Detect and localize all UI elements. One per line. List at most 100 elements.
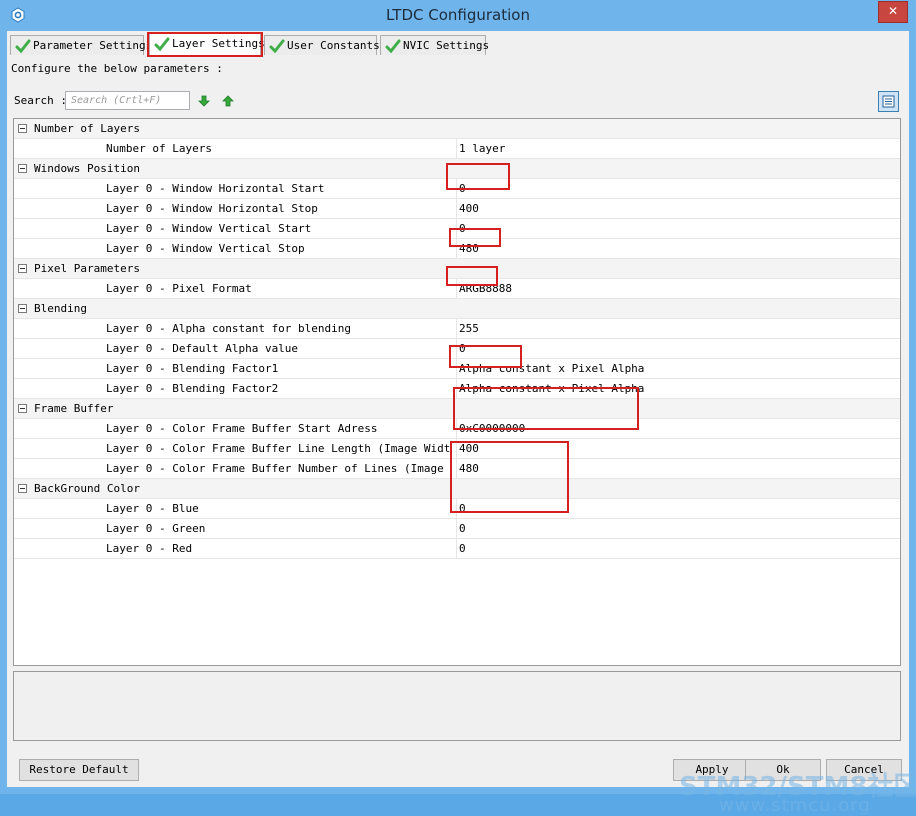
search-label: Search : <box>14 94 67 107</box>
group-row[interactable]: Frame Buffer <box>14 399 900 419</box>
tab-user-constants[interactable]: User Constants <box>264 35 380 55</box>
parameter-name: Layer 0 - Blending Factor2 <box>106 382 279 395</box>
parameter-name: Layer 0 - Color Frame Buffer Line Length… <box>106 442 452 455</box>
parameter-row[interactable]: Layer 0 - Window Vertical Start 0 <box>14 219 900 239</box>
column-divider <box>456 439 457 458</box>
parameter-grid: Number of Layers Number of Layers 1 layer W… <box>13 118 901 666</box>
parameter-name: Layer 0 - Color Frame Buffer Start Adres… <box>106 422 378 435</box>
parameter-row[interactable]: Layer 0 - Blending Factor1 Alpha constant… <box>14 359 900 379</box>
parameter-row[interactable]: Layer 0 - Window Horizontal Stop 400 <box>14 199 900 219</box>
parameter-name: Layer 0 - Window Horizontal Stop <box>106 202 318 215</box>
column-divider <box>456 359 457 378</box>
check-icon <box>385 39 401 54</box>
close-button[interactable]: ✕ <box>878 1 908 23</box>
parameter-name: Layer 0 - Color Frame Buffer Number of L… <box>106 462 452 475</box>
column-divider <box>456 279 457 298</box>
parameter-value[interactable]: 1 layer <box>459 142 505 155</box>
collapse-icon[interactable] <box>18 264 27 273</box>
parameter-value[interactable]: 0 <box>459 222 466 235</box>
parameter-name: Number of Layers <box>106 142 212 155</box>
column-divider <box>456 419 457 438</box>
check-icon <box>269 39 285 54</box>
group-row[interactable]: BackGround Color <box>14 479 900 499</box>
parameter-value[interactable]: ARGB8888 <box>459 282 512 295</box>
parameter-value[interactable]: 0xC0000000 <box>459 422 525 435</box>
column-divider <box>456 339 457 358</box>
column-divider <box>456 239 457 258</box>
dialog-client-area: Parameter Settings Layer Settings User C… <box>7 31 916 816</box>
parameter-row[interactable]: Layer 0 - Color Frame Buffer Start Adres… <box>14 419 900 439</box>
parameter-row[interactable]: Layer 0 - Window Vertical Stop 480 <box>14 239 900 259</box>
column-divider <box>456 199 457 218</box>
collapse-icon[interactable] <box>18 164 27 173</box>
parameter-row[interactable]: Layer 0 - Color Frame Buffer Number of L… <box>14 459 900 479</box>
parameter-value[interactable]: 480 <box>459 462 479 475</box>
parameter-name: Layer 0 - Window Vertical Stop <box>106 242 305 255</box>
parameter-value[interactable]: 255 <box>459 322 479 335</box>
watermark-url: www.stmcu.org <box>719 795 871 816</box>
parameter-value[interactable]: 0 <box>459 522 466 535</box>
column-divider <box>456 179 457 198</box>
check-icon <box>15 39 31 54</box>
parameter-row[interactable]: Layer 0 - Pixel Format ARGB8888 <box>14 279 900 299</box>
group-row[interactable]: Number of Layers <box>14 119 900 139</box>
arrow-down-icon[interactable] <box>198 95 210 107</box>
parameter-row[interactable]: Layer 0 - Green 0 <box>14 519 900 539</box>
parameter-value[interactable]: Alpha constant x Pixel Alpha <box>459 362 644 375</box>
tab-layer-settings[interactable]: Layer Settings <box>149 33 265 55</box>
parameter-value[interactable]: 400 <box>459 202 479 215</box>
group-label: Pixel Parameters <box>34 262 140 275</box>
parameter-name: Layer 0 - Default Alpha value <box>106 342 299 355</box>
column-divider <box>456 219 457 238</box>
collapse-icon[interactable] <box>18 484 27 493</box>
tab-parameter-settings[interactable]: Parameter Settings <box>10 35 152 55</box>
parameter-row[interactable]: Layer 0 - Red 0 <box>14 539 900 559</box>
parameter-row[interactable]: Layer 0 - Window Horizontal Start 0 <box>14 179 900 199</box>
parameter-name: Layer 0 - Alpha constant for blending <box>106 322 352 335</box>
parameter-row[interactable]: Layer 0 - Blue 0 <box>14 499 900 519</box>
parameter-value[interactable]: 0 <box>459 342 466 355</box>
window-title: LTDC Configuration <box>386 6 530 24</box>
group-row[interactable]: Blending <box>14 299 900 319</box>
parameter-value[interactable]: 0 <box>459 502 466 515</box>
collapse-icon[interactable] <box>18 404 27 413</box>
list-view-button[interactable] <box>878 91 899 112</box>
restore-default-button[interactable]: Restore Default <box>19 759 139 781</box>
column-divider <box>456 539 457 558</box>
parameter-value[interactable]: 0 <box>459 182 466 195</box>
parameter-value[interactable]: 480 <box>459 242 479 255</box>
check-icon <box>154 37 170 52</box>
parameter-description-panel <box>13 671 901 741</box>
parameter-value[interactable]: Alpha constant x Pixel Alpha <box>459 382 644 395</box>
parameter-row[interactable]: Layer 0 - Color Frame Buffer Line Length… <box>14 439 900 459</box>
parameter-row[interactable]: Layer 0 - Blending Factor2 Alpha constant… <box>14 379 900 399</box>
group-label: Frame Buffer <box>34 402 114 415</box>
parameter-name: Layer 0 - Red <box>106 542 193 555</box>
title-bar: LTDC Configuration ✕ <box>0 0 916 30</box>
group-row[interactable]: Pixel Parameters <box>14 259 900 279</box>
tab-label: NVIC Settings <box>403 39 490 52</box>
tab-label: Parameter Settings <box>33 39 153 52</box>
arrow-up-icon[interactable] <box>222 95 234 107</box>
parameter-row[interactable]: Number of Layers 1 layer <box>14 139 900 159</box>
parameter-value[interactable]: 400 <box>459 442 479 455</box>
column-divider <box>456 319 457 338</box>
tab-nvic-settings[interactable]: NVIC Settings <box>380 35 490 55</box>
column-divider <box>456 379 457 398</box>
parameter-name: Layer 0 - Pixel Format <box>106 282 252 295</box>
parameter-name: Layer 0 - Window Vertical Start <box>106 222 312 235</box>
parameter-name: Layer 0 - Window Horizontal Start <box>106 182 325 195</box>
collapse-icon[interactable] <box>18 304 27 313</box>
group-row[interactable]: Windows Position <box>14 159 900 179</box>
group-label: Blending <box>34 302 87 315</box>
parameter-row[interactable]: Layer 0 - Alpha constant for blending 255 <box>14 319 900 339</box>
parameter-name: Layer 0 - Blending Factor1 <box>106 362 279 375</box>
search-input[interactable]: Search (Crtl+F) <box>65 91 190 110</box>
column-divider <box>456 499 457 518</box>
group-label: Number of Layers <box>34 122 140 135</box>
ltdc-configuration-window: LTDC Configuration ✕ Parameter Settings … <box>0 0 916 816</box>
collapse-icon[interactable] <box>18 124 27 133</box>
parameter-value[interactable]: 0 <box>459 542 466 555</box>
parameter-row[interactable]: Layer 0 - Default Alpha value 0 <box>14 339 900 359</box>
description-text: Configure the below parameters : <box>11 62 223 75</box>
